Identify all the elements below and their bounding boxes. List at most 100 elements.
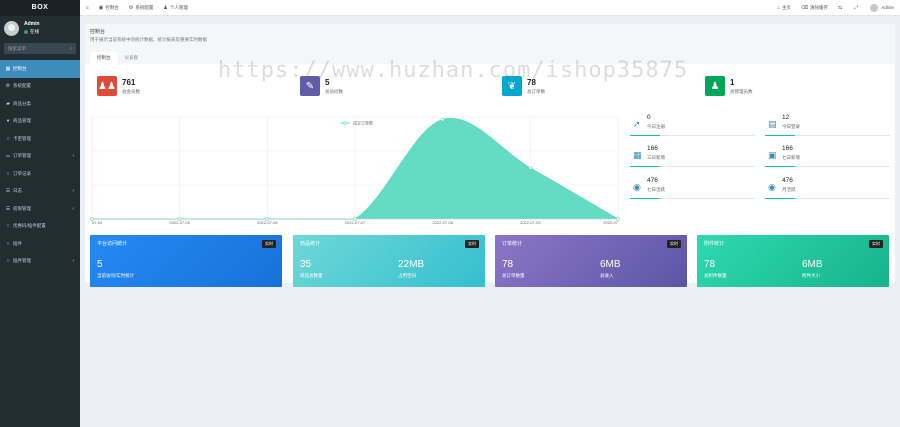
sidebar-item-icon: ⚏ — [5, 153, 11, 160]
legend-label: 成交订单数 — [353, 120, 373, 126]
topbar-action-icon: ⤢ — [854, 4, 859, 11]
top-avatar — [870, 3, 879, 12]
stat-card: 商品统计 实时 35 商品总数量 22MB 占用空间 — [293, 235, 485, 287]
topbar-action-icon: ⌫ — [800, 4, 809, 11]
topbar-action[interactable]: ⇆ — [838, 5, 844, 11]
sidebar-search-input[interactable]: 搜索菜单 ⌕ — [4, 43, 76, 54]
chevron-left-icon: ‹ — [72, 205, 74, 212]
right-stat-icon: ◉ — [768, 182, 776, 192]
sidebar: BOX Admin 在线 搜索菜单 ⌕ ▦ 控制台 ⚙ 系统配置 ▰ 商品分类 ♦ 商品管理 ○… — [0, 0, 80, 427]
right-stat-number: 0 — [647, 114, 651, 121]
topbar-action-label: 主页 — [781, 4, 791, 10]
right-stat-bar — [630, 198, 755, 199]
topbar-nav-item[interactable]: ♟ 个人管理 — [163, 5, 187, 11]
stat-card: 平台访问统计 实时 5 当前访问/实时统计 — [90, 235, 282, 287]
x-tick-label: 07-04 — [92, 220, 103, 225]
stat-box: ♟ 1 总管理员数 — [705, 75, 845, 97]
online-dot-icon — [24, 30, 28, 34]
chevron-left-icon: ‹ — [72, 153, 74, 160]
tab-console[interactable]: 控制台 — [90, 52, 118, 64]
user-panel: Admin 在线 — [0, 16, 80, 40]
search-icon[interactable]: ⌕ — [69, 46, 72, 51]
sidebar-item-label: 订单记录 — [13, 170, 31, 176]
card-subtitle-secondary: 附件大小 — [802, 273, 820, 278]
sidebar-item-label: 商品管理 — [13, 118, 31, 124]
topbar-action[interactable]: ⤢ — [854, 5, 860, 11]
x-tick-label: 2022-07-09 — [520, 220, 541, 225]
sidebar-nav: ▦ 控制台 ⚙ 系统配置 ▰ 商品分类 ♦ 商品管理 ○ 卡密管理 ⚏ 订单管理 ‹ ○ 订单记录 ☰ 日志 ‹ ☰… — [0, 60, 80, 270]
tab-dashboard[interactable]: 仪表盘 — [118, 52, 146, 64]
sidebar-item[interactable]: ○ 插件管理 ‹ — [0, 253, 80, 271]
avatar — [4, 20, 19, 36]
sidebar-item-label: 系统配置 — [13, 83, 31, 89]
stat-text: 5 总访问数 — [325, 78, 343, 95]
sidebar-item[interactable]: ⚙ 系统配置 — [0, 78, 80, 96]
topbar-nav-icon: ⚙ — [128, 4, 134, 11]
right-stat: ➚ 0 今日注册 — [630, 111, 755, 139]
topbar-nav-icon: ▣ — [98, 4, 104, 11]
x-tick-label: 2022-07 — [603, 220, 618, 225]
sidebar-item[interactable]: ☰ 日志 ‹ — [0, 183, 80, 201]
right-stat-icon: ➚ — [633, 119, 641, 129]
topbar-user[interactable]: Admin — [870, 3, 894, 12]
topbar-nav-icon: ♟ — [163, 4, 168, 11]
sidebar-item-icon: ○ — [6, 170, 10, 177]
brand-logo[interactable]: BOX — [0, 0, 80, 16]
sidebar-item[interactable]: ○ 插件 — [0, 235, 80, 253]
right-stat-icon: ▦ — [633, 150, 642, 160]
chevron-left-icon: ‹ — [72, 258, 74, 265]
card-subtitle-primary: 当前访问/实时统计 — [97, 273, 135, 278]
card-value-primary: 78 — [502, 259, 514, 270]
card-badge: 实时 — [869, 240, 883, 248]
right-stat-icon: ◉ — [633, 182, 641, 192]
sidebar-item[interactable]: ▦ 控制台 — [0, 60, 80, 78]
right-stat: ◉ 476 七日活跃 — [630, 174, 755, 202]
topbar-action[interactable]: ⌫ 清除缓存 — [801, 5, 828, 11]
tab-bar: 控制台 仪表盘 — [85, 48, 895, 64]
card-value-primary: 5 — [97, 259, 103, 270]
right-stat-number: 476 — [782, 177, 793, 184]
sidebar-item[interactable]: ♦ 商品管理 — [0, 113, 80, 131]
stat-label: 总访问数 — [325, 88, 343, 94]
chevron-left-icon: ‹ — [72, 188, 74, 195]
right-stat: ▣ 166 七日新增 — [765, 142, 890, 170]
right-stat-bar — [765, 198, 890, 199]
sidebar-item[interactable]: ☰ 权限管理 ‹ — [0, 200, 80, 218]
stat-number: 5 — [325, 77, 330, 87]
topbar-nav-item[interactable]: ⚙ 系统配置 — [129, 5, 153, 11]
sidebar-item[interactable]: ○ 卡密管理 — [0, 130, 80, 148]
page-description: 用于展示当前系统中的统计数据、统计报表及重要实时数据 — [90, 37, 207, 42]
card-value-secondary: 6MB — [802, 259, 823, 270]
sidebar-item-icon: ○ — [6, 258, 10, 265]
topbar-nav-label: 系统配置 — [135, 4, 154, 10]
stat-icon: ✎ — [300, 76, 320, 96]
sidebar-item[interactable]: ⚏ 订单管理 ‹ — [0, 148, 80, 166]
right-stat-bar — [765, 166, 890, 167]
menu-toggle-icon[interactable]: ≡ — [86, 5, 89, 10]
card-value-secondary: 6MB — [600, 259, 621, 270]
card-badge: 实时 — [465, 240, 479, 248]
sidebar-item[interactable]: ○ 优惠码/插件配置 — [0, 218, 80, 236]
stat-icon: ❦ — [502, 76, 522, 96]
sidebar-item[interactable]: ○ 订单记录 — [0, 165, 80, 183]
card-badge: 实时 — [667, 240, 681, 248]
stat-text: 761 总会员数 — [122, 78, 140, 95]
sidebar-item[interactable]: ▰ 商品分类 — [0, 95, 80, 113]
x-tick-label: 2022-07-08 — [432, 220, 453, 225]
user-name: Admin — [24, 21, 40, 27]
right-stat-icon: ▤ — [768, 119, 777, 129]
data-point — [440, 117, 445, 122]
sidebar-item-label: 插件管理 — [13, 258, 31, 264]
card-value-secondary: 22MB — [398, 259, 425, 270]
stat-number: 761 — [122, 77, 136, 87]
sidebar-item-icon: ▦ — [5, 65, 11, 72]
right-stat-label: 今日登录 — [782, 124, 800, 129]
right-stat-bar-fill — [765, 166, 795, 167]
topbar-nav-item[interactable]: ▣ 控制台 — [99, 5, 119, 11]
user-status: 在线 — [24, 29, 40, 35]
right-stat-label: 今日注册 — [647, 124, 665, 129]
topbar-action[interactable]: ⌂ 主页 — [777, 5, 791, 11]
sidebar-item-label: 订单管理 — [13, 153, 31, 159]
card-subtitle-secondary: 总收入 — [600, 273, 614, 278]
stat-icon: ♟ — [705, 76, 725, 96]
